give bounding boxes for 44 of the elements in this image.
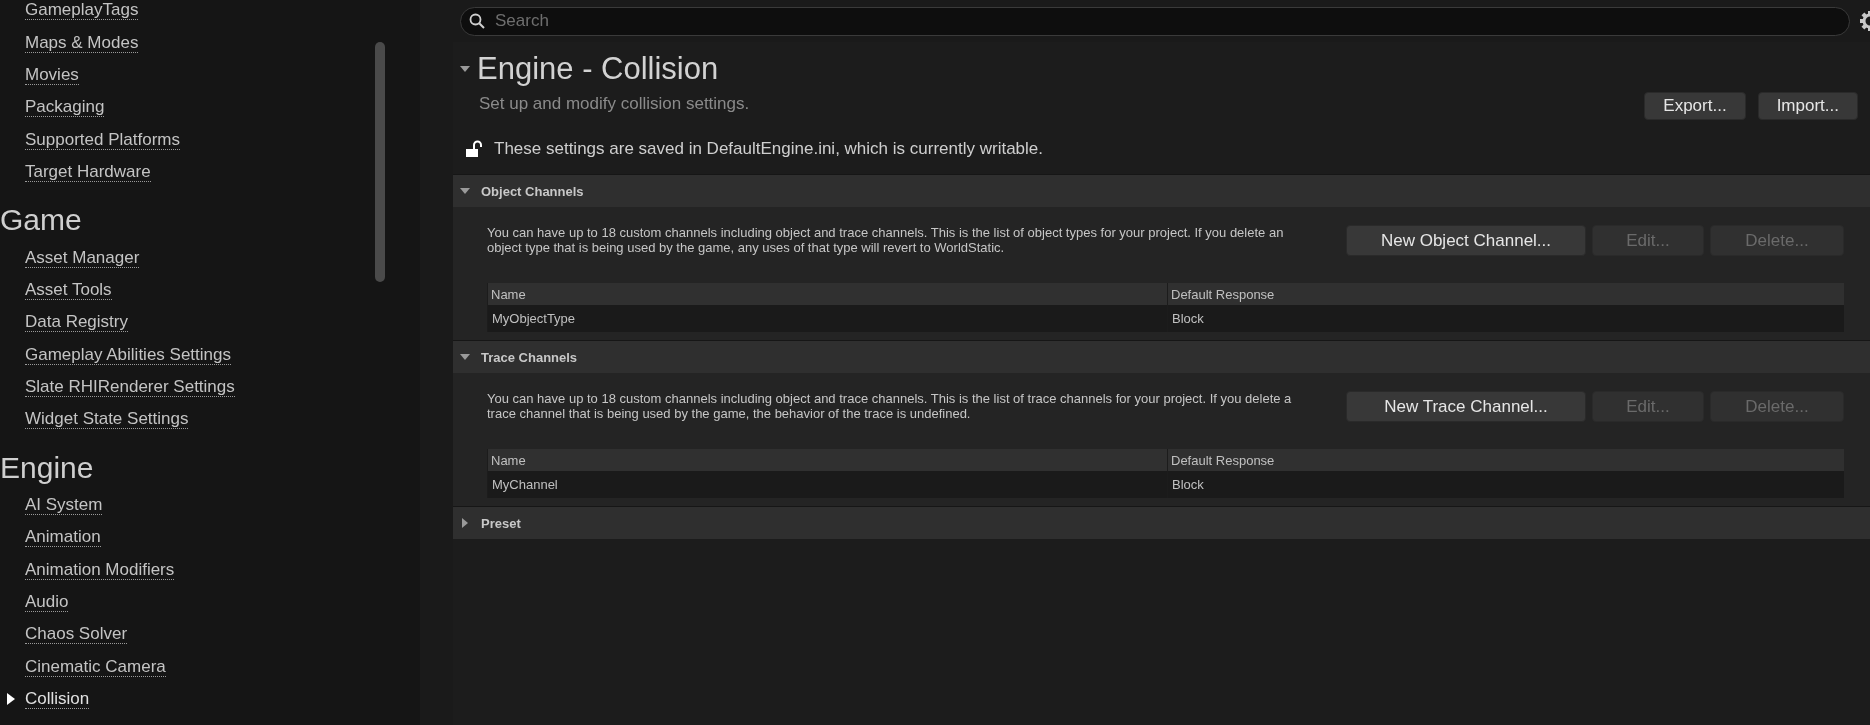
category-title: Preset [481, 515, 521, 531]
section-heading: Engine [0, 449, 95, 486]
sidebar-link[interactable]: Asset Manager [25, 247, 140, 268]
scrollbar-thumb[interactable] [375, 42, 385, 282]
category-title: Trace Channels [481, 349, 578, 365]
sidebar-link[interactable]: Widget State Settings [25, 409, 189, 430]
sidebar-link[interactable]: Asset Tools [25, 279, 112, 300]
search-input[interactable]: Search [493, 10, 1849, 32]
category-description: You can have up to 18 custom channels including object and trace channels. This is the list of object types for your project. If you delete an object type that is being used by the game, any uses of that type will revert to WorldStatic. [487, 225, 1285, 255]
search-field[interactable]: Search [460, 6, 1850, 36]
category-header[interactable]: Object Channels [453, 174, 1870, 207]
table-cell: MyObjectType [487, 305, 1167, 332]
config-notice: These settings are saved in DefaultEngine.ini, which is currently writable. [494, 139, 1043, 159]
sidebar-link[interactable]: Supported Platforms [25, 129, 180, 150]
sidebar-link[interactable]: Maps & Modes [25, 32, 139, 53]
sidebar-link[interactable]: Packaging [25, 97, 105, 118]
category-header[interactable]: Trace Channels [453, 340, 1870, 373]
section-heading: Game [0, 202, 83, 239]
sidebar-link[interactable]: Slate RHIRenderer Settings [25, 377, 235, 398]
sidebar-link[interactable]: Gameplay Abilities Settings [25, 344, 231, 365]
sidebar-link[interactable]: Collision [25, 689, 90, 710]
action-button[interactable]: Export... [1644, 92, 1746, 120]
page-title: Engine - Collision [477, 50, 719, 88]
sidebar-link[interactable]: Chaos Solver [25, 624, 128, 645]
sidebar-link[interactable]: Audio [25, 592, 69, 613]
sidebar-link[interactable]: Target Hardware [25, 162, 151, 183]
sidebar-link[interactable]: Data Registry [25, 312, 128, 333]
sidebar-link[interactable]: Animation [25, 527, 101, 548]
category-header[interactable]: Preset [453, 506, 1870, 539]
table-cell: Block [1167, 305, 1844, 332]
sidebar-link[interactable]: Movies [25, 64, 79, 85]
action-button[interactable]: New Object Channel... [1346, 225, 1586, 256]
action-button[interactable]: Import... [1757, 92, 1858, 120]
category-description: You can have up to 18 custom channels including object and trace channels. This is the list of trace channels for your project. If you delete a trace channel that is being used by the game, the behavior of the trace is undefined. [487, 391, 1293, 421]
sidebar-link[interactable]: Animation Modifiers [25, 559, 175, 580]
table-cell: Block [1167, 471, 1844, 498]
sidebar-link[interactable]: Cinematic Camera [25, 656, 166, 677]
table-cell: MyChannel [487, 471, 1167, 498]
search-icon [469, 13, 485, 29]
sidebar-link[interactable]: GameplayTags [25, 0, 139, 21]
sidebar-link[interactable]: AI System [25, 494, 103, 515]
action-button[interactable]: New Trace Channel... [1346, 391, 1586, 422]
category-title: Object Channels [481, 183, 584, 199]
page-description: Set up and modify collision settings. [478, 94, 750, 114]
